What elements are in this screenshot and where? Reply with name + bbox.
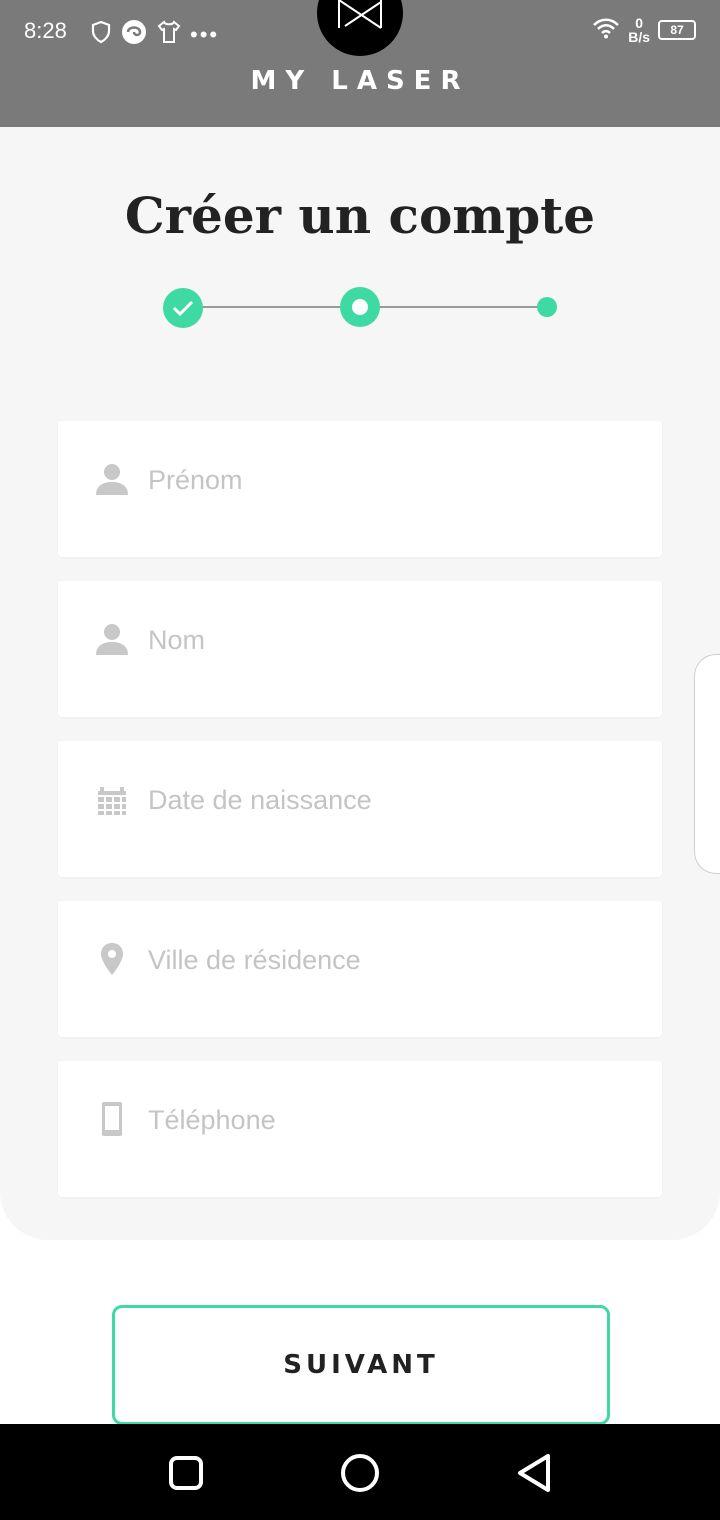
- wifi-icon: [592, 17, 620, 44]
- mobile-phone-icon: [94, 1101, 130, 1137]
- step-1-completed: [163, 288, 203, 328]
- status-notification-icons: •••: [90, 18, 219, 51]
- back-icon[interactable]: [512, 1450, 558, 1496]
- home-icon[interactable]: [337, 1450, 383, 1496]
- more-dots-icon: •••: [190, 21, 220, 47]
- tshirt-icon: [156, 20, 182, 49]
- shield-icon: [90, 20, 112, 49]
- first-name-input[interactable]: [146, 457, 630, 503]
- battery-level: 87: [670, 23, 684, 37]
- step-3-upcoming: [537, 297, 557, 317]
- app-header: 8:28 ••• 0 B/s 87 MY LASER: [0, 0, 720, 127]
- network-speed: 0 B/s: [628, 16, 650, 44]
- person-icon: [94, 461, 130, 497]
- last-name-input[interactable]: [146, 617, 630, 663]
- stepper-line-2: [378, 306, 540, 308]
- brand-logo: [317, 0, 403, 56]
- network-speed-unit: B/s: [628, 29, 650, 45]
- progress-stepper: [160, 285, 560, 329]
- last-name-field[interactable]: [58, 581, 662, 717]
- status-time: 8:28: [24, 18, 67, 43]
- stepper-line-1: [200, 306, 342, 308]
- step-2-current: [340, 287, 380, 327]
- network-speed-value: 0: [635, 15, 643, 31]
- birth-date-input[interactable]: [146, 777, 630, 823]
- check-icon: [172, 300, 194, 317]
- person-icon: [94, 621, 130, 657]
- system-nav-bar: [0, 1424, 720, 1520]
- side-drawer-handle[interactable]: [694, 654, 720, 874]
- battery-icon: 87: [658, 20, 696, 40]
- recent-apps-icon[interactable]: [163, 1450, 209, 1496]
- calendar-icon: [94, 781, 130, 817]
- phone-field[interactable]: [58, 1061, 662, 1197]
- birth-date-field[interactable]: [58, 741, 662, 877]
- page-title: Créer un compte: [124, 186, 596, 245]
- phone-input[interactable]: [146, 1097, 630, 1143]
- brand-name: MY LASER: [250, 66, 470, 96]
- first-name-field[interactable]: [58, 421, 662, 557]
- location-pin-icon: [94, 941, 130, 977]
- status-system-icons: 0 B/s 87: [592, 16, 696, 44]
- swirl-icon: [120, 18, 148, 51]
- city-field[interactable]: [58, 901, 662, 1037]
- next-button[interactable]: SUIVANT: [112, 1305, 610, 1425]
- city-input[interactable]: [146, 937, 630, 983]
